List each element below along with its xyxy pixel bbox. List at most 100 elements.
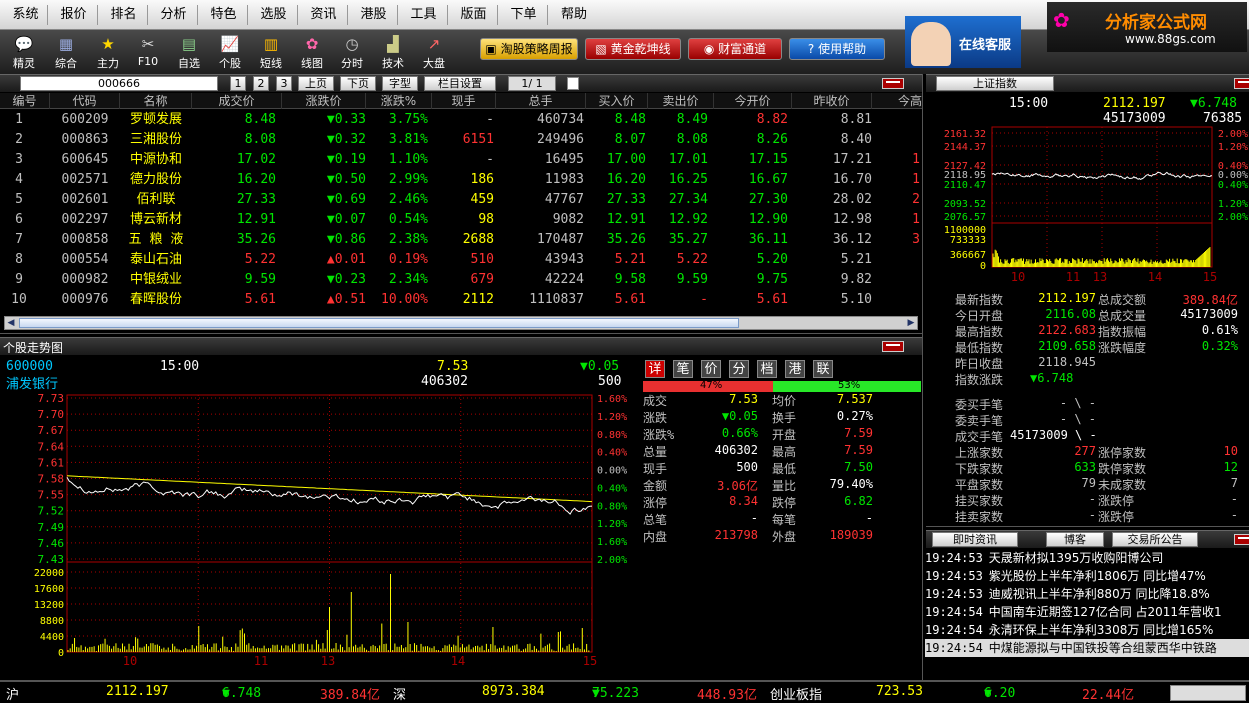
col-change[interactable]: 涨跌价 (282, 93, 366, 109)
news-maximize-button[interactable] (1234, 534, 1249, 545)
toolbar-main-force[interactable]: ★ 主力 (89, 32, 127, 72)
scroll-left-icon[interactable]: ◀ (5, 317, 17, 329)
col-name[interactable]: 名称 (120, 93, 192, 109)
col-ask[interactable]: 卖出价 (648, 93, 714, 109)
toolbar-short[interactable]: ▥ 短线 (252, 32, 290, 72)
page-3-button[interactable]: 3 (276, 76, 292, 91)
market-stat-label: 平盘家数 (955, 478, 1004, 492)
detail-tab[interactable]: 港 (785, 360, 805, 378)
detail-tab[interactable]: 联 (813, 360, 833, 378)
font-button[interactable]: 字型 (382, 76, 418, 91)
menu-hk[interactable]: 港股 (350, 5, 398, 25)
toolbar-technical[interactable]: ▟ 技术 (374, 32, 412, 72)
table-row[interactable]: 5 002601 佰利联 27.33 ▼0.69 2.46% 459 47767 27.33 27… (0, 190, 922, 210)
news-item[interactable]: 19:24:54 中国南车近期签127亿合同 占2011年营收1 (925, 603, 1249, 621)
stock-chart-maximize-button[interactable] (882, 341, 904, 352)
table-row[interactable]: 1 600209 罗顿发展 8.48 ▼0.33 3.75% - 460734 8.48 8.49… (0, 110, 922, 130)
menu-order[interactable]: 下单 (500, 5, 548, 25)
table-row[interactable]: 6 002297 博云新材 12.91 ▼0.07 0.54% 98 9082 12.91 12.… (0, 210, 922, 230)
col-code[interactable]: 代码 (50, 93, 120, 109)
table-row[interactable]: 4 002571 德力股份 16.20 ▼0.50 2.99% 186 11983 16.20 1… (0, 170, 922, 190)
page-1-button[interactable]: 1 (230, 76, 246, 91)
tab-blog[interactable]: 博客 (1046, 532, 1104, 547)
menu-system[interactable]: 系统 (4, 5, 48, 25)
cart-icon: ▣ (485, 42, 497, 56)
menu-rank[interactable]: 排名 (100, 5, 148, 25)
toolbar-line[interactable]: ✿ 线图 (293, 32, 331, 72)
toolbar-timeshare[interactable]: ◷ 分时 (333, 32, 371, 72)
stock-intraday-chart[interactable]: 7.73 7.70 7.67 7.64 7.61 7.58 7.55 7.52 7.49 7.46… (0, 390, 640, 675)
table-row[interactable]: 3 600645 中源协和 17.02 ▼0.19 1.10% - 16495 17.00 17.… (0, 150, 922, 170)
cell-prev: 8.81 (840, 112, 872, 127)
news-item[interactable]: 19:24:53 紫光股份上半年净利1806万 同比增47% (925, 567, 1249, 585)
menu-news[interactable]: 资讯 (300, 5, 348, 25)
online-service-banner[interactable]: 在线客服 (905, 16, 1021, 68)
index-price-tick: 2144.37 (944, 142, 986, 153)
scroll-thumb[interactable] (19, 318, 739, 328)
detail-tab[interactable]: 价 (701, 360, 721, 378)
col-high[interactable]: 今高 (872, 93, 922, 109)
tab-shanghai-index[interactable]: 上证指数 (936, 76, 1054, 91)
col-vol[interactable]: 现手 (432, 93, 496, 109)
cell-name: 罗顿发展 (129, 112, 182, 127)
col-total[interactable]: 总手 (496, 93, 586, 109)
cell-vol: 98 (478, 212, 494, 227)
column-settings-button[interactable]: 栏目设置 (424, 76, 496, 91)
toolbar-stock[interactable]: 📈 个股 (211, 32, 249, 72)
col-pct[interactable]: 涨跌% (366, 93, 432, 109)
menu-tools[interactable]: 工具 (400, 5, 448, 25)
detail-tab[interactable]: 档 (757, 360, 777, 378)
golden-line-button[interactable]: ▧ 黄金乾坤线 (585, 38, 681, 60)
toolbar-overview[interactable]: ▦ 综合 (47, 32, 85, 72)
toolbar-f10[interactable]: ✂ F10 (129, 32, 167, 72)
detail-tab[interactable]: 分 (729, 360, 749, 378)
menu-feature[interactable]: 特色 (200, 5, 248, 25)
maximize-button[interactable] (882, 78, 904, 89)
wealth-channel-button[interactable]: ◉ 财富通道 (688, 38, 782, 60)
col-no[interactable]: 编号 (0, 93, 50, 109)
table-row[interactable]: 7 000858 五 粮 液 35.26 ▼0.86 2.38% 2688 170487 35.… (0, 230, 922, 250)
cell-ask: 16.25 (668, 172, 708, 187)
menu-pick[interactable]: 选股 (250, 5, 298, 25)
cell-bid: 12.91 (606, 212, 646, 227)
toolbar-watchlist[interactable]: ▤ 自选 (170, 32, 208, 72)
news-item[interactable]: 19:24:53 迪威视讯上半年净利880万 同比降18.8% (925, 585, 1249, 603)
col-open[interactable]: 今开价 (714, 93, 792, 109)
tab-realtime-news[interactable]: 即时资讯 (932, 532, 1018, 547)
detail-tab[interactable]: 详 (645, 360, 665, 378)
col-bid[interactable]: 买入价 (586, 93, 648, 109)
page-2-button[interactable]: 2 (253, 76, 269, 91)
cell-bid: 35.26 (606, 232, 646, 247)
menu-layout[interactable]: 版面 (450, 5, 498, 25)
cell-price: 8.08 (244, 132, 276, 147)
menu-analysis[interactable]: 分析 (150, 5, 198, 25)
index-intraday-chart[interactable]: 2161.32 2.00%2144.37 1.20%2127.42 0.40%2118… (926, 125, 1249, 285)
detail-tab[interactable]: 笔 (673, 360, 693, 378)
table-row[interactable]: 9 000982 中银绒业 9.59 ▼0.23 2.34% 679 42224 9.58 9.5… (0, 270, 922, 290)
news-item[interactable]: 19:24:53 天晟新材拟1395万收购阳博公司 (925, 549, 1249, 567)
help-button[interactable]: ? 使用帮助 (789, 38, 885, 60)
table-row[interactable]: 8 000554 泰山石油 5.22 ▲0.01 0.19% 510 43943 5.21 5.2… (0, 250, 922, 270)
toolbar-wizard[interactable]: 💬 精灵 (5, 32, 43, 72)
index-maximize-button[interactable] (1234, 78, 1249, 89)
prev-page-button[interactable]: 上页 (298, 76, 334, 91)
horizontal-scrollbar[interactable]: ◀ ▶ (4, 316, 918, 330)
news-item[interactable]: 19:24:54 中煤能源拟与中国铁投等合组蒙西华中铁路 (925, 639, 1249, 657)
cell-total: 249496 (537, 132, 584, 147)
toolbar-market[interactable]: ↗ 大盘 (415, 32, 453, 72)
scroll-right-icon[interactable]: ▶ (905, 317, 917, 329)
detail-label: 涨跌 (643, 411, 668, 425)
table-row[interactable]: 10 000976 春晖股份 5.61 ▲0.51 10.00% 2112 1110837 5.… (0, 290, 922, 310)
document-icon[interactable] (567, 77, 579, 90)
tab-exchange-notice[interactable]: 交易所公告 (1112, 532, 1198, 547)
next-page-button[interactable]: 下页 (340, 76, 376, 91)
menu-quote[interactable]: 报价 (50, 5, 98, 25)
weekly-report-button[interactable]: ▣ 淘股策略周报 (480, 38, 578, 60)
col-prev[interactable]: 昨收价 (792, 93, 872, 109)
stock-search-input[interactable]: 000666 (20, 76, 218, 91)
table-row[interactable]: 2 000863 三湘股份 8.08 ▼0.32 3.81% 6151 249496 8.07 8… (0, 130, 922, 150)
tray-icons[interactable] (1170, 685, 1246, 701)
menu-help[interactable]: 帮助 (550, 5, 598, 25)
news-item[interactable]: 19:24:54 永清环保上半年净利3308万 同比增165% (925, 621, 1249, 639)
col-price[interactable]: 成交价 (192, 93, 282, 109)
